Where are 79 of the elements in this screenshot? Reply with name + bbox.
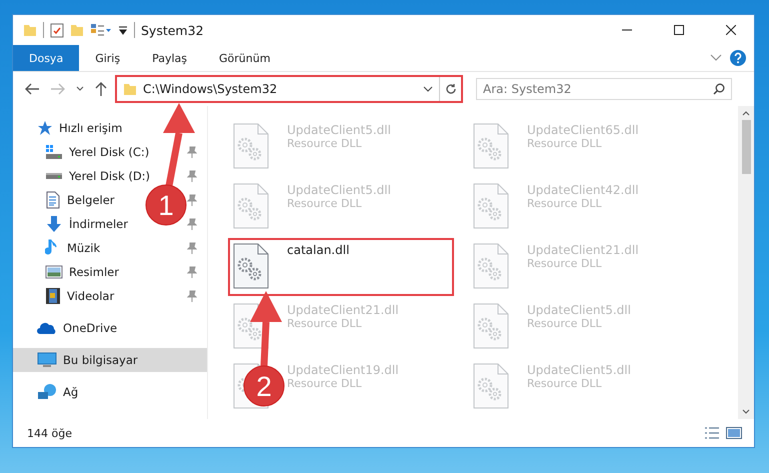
scroll-up-icon[interactable] (742, 110, 750, 116)
pin-icon[interactable] (187, 218, 197, 230)
gear-file-icon (473, 363, 509, 409)
file-type: Resource DLL (527, 317, 603, 330)
large-icons-view-icon[interactable] (726, 427, 742, 439)
drive-icon (45, 172, 63, 180)
dropdown-caret-icon[interactable] (423, 85, 433, 93)
ribbon-tab[interactable]: Paylaş (136, 45, 203, 71)
address-bar[interactable]: C:\Windows\System32 (115, 75, 463, 103)
sidebar-item[interactable]: Müzik (67, 241, 100, 255)
network-icon (37, 383, 57, 401)
file-type: Resource DLL (287, 197, 363, 210)
pin-icon[interactable] (187, 242, 197, 254)
window-title: System32 (141, 22, 204, 38)
cloud-icon (37, 321, 57, 335)
properties-icon[interactable] (90, 23, 112, 37)
sidebar-item[interactable]: Resimler (69, 265, 119, 279)
help-icon[interactable] (730, 50, 746, 66)
gear-file-icon (473, 303, 509, 349)
customize-caret-icon[interactable] (118, 25, 128, 35)
pin-icon[interactable] (187, 194, 197, 206)
up-arrow-icon (94, 81, 108, 97)
file-type: Resource DLL (527, 197, 603, 210)
document-icon (45, 191, 61, 209)
forward-arrow-icon (50, 82, 66, 96)
gear-file-icon (473, 243, 509, 289)
ribbon-tab[interactable]: Giriş (79, 45, 136, 71)
minimize-icon (622, 29, 632, 31)
folder-icon (123, 82, 137, 96)
ribbon-tab[interactable]: Dosya (13, 45, 80, 71)
maximize-icon (674, 25, 684, 35)
star-icon (37, 120, 53, 136)
gear-file-icon (473, 123, 509, 169)
drive-icon (45, 144, 63, 160)
file-type: Resource DLL (287, 137, 363, 150)
file-name[interactable]: catalan.dll (287, 243, 350, 257)
file-type: Resource DLL (287, 317, 363, 330)
picture-icon (45, 264, 63, 280)
ribbon-tab[interactable]: Görünüm (203, 45, 286, 71)
scroll-thumb[interactable] (742, 120, 750, 174)
pin-icon[interactable] (187, 146, 197, 158)
gear-file-icon (233, 123, 269, 169)
sidebar-item[interactable]: OneDrive (63, 321, 118, 335)
sidebar-item[interactable]: Videolar (67, 289, 114, 303)
sidebar-item[interactable]: İndirmeler (69, 217, 128, 231)
sidebar-item[interactable]: Hızlı erişim (59, 121, 122, 135)
pin-icon[interactable] (187, 170, 197, 182)
file-type: Resource DLL (287, 377, 363, 390)
sidebar-item[interactable]: Ağ (63, 385, 78, 399)
gear-file-icon (233, 243, 269, 289)
scroll-down-icon[interactable] (742, 409, 750, 415)
sidebar-item[interactable]: Belgeler (67, 193, 115, 207)
close-icon (726, 25, 736, 35)
back-arrow-icon (24, 82, 40, 96)
gear-file-icon (473, 183, 509, 229)
download-arrow-icon (45, 215, 63, 233)
refresh-icon (444, 83, 456, 95)
pin-icon[interactable] (187, 290, 197, 302)
checklist-icon[interactable] (50, 22, 64, 38)
search-field[interactable]: Ara: System32 (476, 78, 732, 100)
computer-icon (37, 352, 57, 368)
expand-chevron-icon[interactable] (710, 54, 722, 62)
file-type: Resource DLL (527, 257, 603, 270)
scrollbar[interactable] (738, 106, 754, 419)
file-type: Resource DLL (527, 377, 603, 390)
step-number-badge: 2 (244, 366, 284, 406)
address-path: C:\Windows\System32 (143, 82, 278, 96)
search-icon (713, 83, 725, 95)
pin-icon[interactable] (187, 266, 197, 278)
sidebar-item[interactable]: Yerel Disk (D:) (69, 169, 150, 183)
sidebar-item[interactable]: Yerel Disk (C:) (69, 145, 150, 159)
gear-file-icon (233, 183, 269, 229)
file-type: Resource DLL (527, 137, 603, 150)
film-icon (45, 287, 61, 305)
item-count: 144 öğe (27, 426, 72, 440)
caret-icon (76, 86, 84, 92)
sidebar-item[interactable]: Bu bilgisayar (63, 353, 138, 367)
details-view-icon[interactable] (704, 427, 720, 439)
step-number-badge: 1 (146, 184, 186, 226)
